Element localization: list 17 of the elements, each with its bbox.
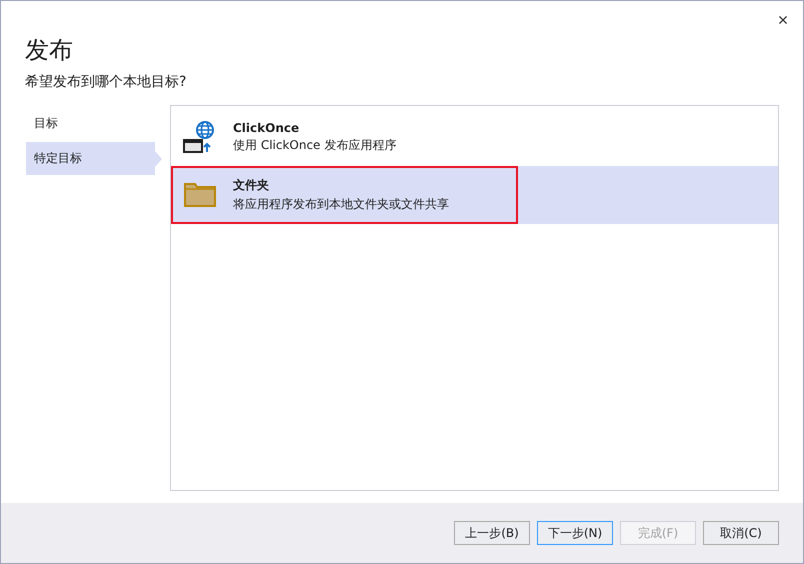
folder-icon bbox=[183, 182, 217, 208]
target-description: 使用 ClickOnce 发布应用程序 bbox=[233, 136, 396, 154]
nav-item[interactable]: 目标 bbox=[26, 107, 160, 140]
target-title: 文件夹 bbox=[233, 177, 270, 194]
target-title: ClickOnce bbox=[233, 120, 300, 134]
target-description: 将应用程序发布到本地文件夹或文件共享 bbox=[233, 196, 449, 213]
dialog-button[interactable]: 取消(C) bbox=[703, 521, 779, 545]
target-item[interactable]: ClickOnce 使用 ClickOnce 发布应用程序 bbox=[171, 108, 778, 166]
dialog-button[interactable]: 下一步(N) bbox=[537, 521, 613, 545]
nav-item[interactable]: 特定目标 bbox=[26, 142, 155, 175]
globe-window-icon bbox=[183, 120, 217, 154]
dialog-subtitle: 希望发布到哪个本地目标? bbox=[25, 73, 188, 91]
target-item[interactable]: 文件夹 将应用程序发布到本地文件夹或文件共享 bbox=[171, 166, 778, 224]
dialog-button[interactable]: 上一步(B) bbox=[454, 521, 530, 545]
close-button[interactable]: × bbox=[769, 7, 797, 33]
dialog-title: 发布 bbox=[25, 35, 74, 65]
selection-arrow bbox=[155, 150, 162, 166]
